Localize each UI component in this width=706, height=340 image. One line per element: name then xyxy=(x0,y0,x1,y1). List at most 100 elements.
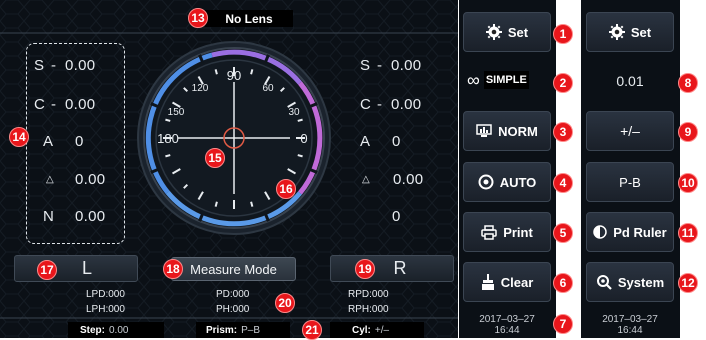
gear-icon xyxy=(608,24,625,40)
dial-tick xyxy=(250,69,254,75)
right-row-prism-value: 0.00 xyxy=(393,171,424,188)
right-lens-button-label: R xyxy=(393,258,407,278)
dial-label-90: 90 xyxy=(227,68,241,83)
footer-prism-value: P–B xyxy=(241,324,261,336)
printer-icon xyxy=(481,224,497,240)
left-row-c-label: C xyxy=(34,96,46,113)
lph-value: LPH:000 xyxy=(86,304,125,315)
pd-value: PD:000 xyxy=(216,289,250,300)
dial-tick xyxy=(165,118,171,122)
mode-simple-label: SIMPLE xyxy=(483,71,529,89)
dial-label-180: 180 xyxy=(157,131,179,146)
rpd-value: RPD:000 xyxy=(348,289,389,300)
callout-3: 3 xyxy=(553,122,573,142)
prism-mode-button[interactable]: P-B xyxy=(586,162,674,202)
clear-button[interactable]: Clear xyxy=(463,262,551,302)
set-button-label: Set xyxy=(507,24,529,40)
system-button[interactable]: System xyxy=(586,262,674,302)
right-lens-button[interactable]: R xyxy=(330,255,454,282)
dial-tick xyxy=(297,118,303,122)
right-row-s-label: S xyxy=(360,57,371,74)
dial-tick xyxy=(214,69,218,75)
step-value-text: 0.01 xyxy=(616,73,644,89)
callout-5: 5 xyxy=(553,223,573,243)
system-settings-icon xyxy=(596,275,612,290)
right-row-c-value: 0.00 xyxy=(391,96,422,113)
left-lens-button[interactable]: L xyxy=(14,255,138,282)
date-primary: 2017–03–27 xyxy=(479,314,535,325)
right-row-n-value: 0 xyxy=(392,208,401,225)
footer-step: Step: 0.00 xyxy=(68,322,164,338)
right-row-s-sep: - xyxy=(377,57,383,74)
prism-mode-button-label: P-B xyxy=(619,174,641,190)
auto-icon xyxy=(478,174,494,190)
callout-12: 12 xyxy=(678,273,698,293)
callout-4: 4 xyxy=(553,173,573,193)
callout-20: 20 xyxy=(275,293,295,313)
set-button-secondary-label: Set xyxy=(630,24,652,40)
set-button[interactable]: Set xyxy=(463,12,551,52)
ph-value: PH:000 xyxy=(216,304,250,315)
lpd-value: LPD:000 xyxy=(86,289,125,300)
set-button-secondary[interactable]: Set xyxy=(586,12,674,52)
right-row-prism-label: △ xyxy=(362,174,370,185)
right-row-a-label: A xyxy=(360,133,371,150)
left-row-a-label: A xyxy=(43,133,54,150)
footer-cyl-value: +/– xyxy=(374,324,390,336)
cyl-sign-button[interactable]: +/– xyxy=(586,111,674,151)
left-row-prism-label: △ xyxy=(46,174,54,185)
auto-button[interactable]: AUTO xyxy=(463,162,551,202)
step-value-display[interactable]: 0.01 xyxy=(586,66,674,96)
dial-label-150: 150 xyxy=(168,107,185,118)
right-row-s-value: 0.00 xyxy=(391,57,422,74)
dial-label-60: 60 xyxy=(262,83,274,94)
callout-19: 19 xyxy=(355,259,375,279)
callout-11: 11 xyxy=(678,223,698,243)
datetime-primary: 2017–03–27 16:44 xyxy=(463,314,551,336)
right-row-c-label: C xyxy=(360,96,372,113)
callout-7: 7 xyxy=(553,314,573,334)
dial-label-0: 0 xyxy=(300,131,307,146)
callout-17: 17 xyxy=(37,260,57,280)
gear-icon xyxy=(485,24,502,40)
pd-ruler-button-label: Pd Ruler xyxy=(613,224,667,240)
callout-10: 10 xyxy=(678,173,698,193)
right-row-a-value: 0 xyxy=(392,133,401,150)
pd-ruler-button[interactable]: Pd Ruler xyxy=(586,212,674,252)
left-row-n-value: 0.00 xyxy=(75,208,106,225)
side-panel-secondary: Set 0.01 +/– P-B Pd Ruler System 2017–03… xyxy=(581,0,680,338)
lens-dial: 90 120 60 150 30 180 0 xyxy=(137,41,331,235)
left-row-s-value: 0.00 xyxy=(65,57,96,74)
norm-button[interactable]: NORM xyxy=(463,111,551,151)
date-secondary: 2017–03–27 xyxy=(602,314,658,325)
clear-button-label: Clear xyxy=(500,274,534,290)
dial-tick xyxy=(165,154,171,158)
lens-status-text: No Lens xyxy=(225,11,273,26)
left-row-prism-value: 0.00 xyxy=(75,171,106,188)
left-row-n-label: N xyxy=(43,208,55,225)
dial-tick xyxy=(297,154,303,158)
callout-18: 18 xyxy=(163,259,183,279)
left-row-s-label: S xyxy=(34,57,45,74)
footer-step-label: Step: xyxy=(80,324,105,336)
measure-mode-button[interactable]: Measure Mode xyxy=(171,257,296,281)
lens-status-bar: No Lens xyxy=(205,10,293,27)
print-button[interactable]: Print xyxy=(463,212,551,252)
callout-9: 9 xyxy=(678,122,698,142)
callout-15: 15 xyxy=(205,148,225,168)
callout-21: 21 xyxy=(302,320,322,340)
measurement-screen: No Lens S -0.00 C -0.00 A0 △ 0.00 N 0.00 S-0… xyxy=(0,0,458,338)
norm-button-label: NORM xyxy=(498,123,538,139)
left-row-a-value: 0 xyxy=(75,133,84,150)
footer-step-value: 0.00 xyxy=(109,324,129,336)
monitor-icon xyxy=(476,124,492,137)
system-button-label: System xyxy=(617,274,665,290)
time-secondary: 16:44 xyxy=(617,325,643,336)
datetime-secondary: 2017–03–27 16:44 xyxy=(586,314,674,336)
cyl-sign-button-label: +/– xyxy=(620,123,640,139)
left-lens-button-label: L xyxy=(81,258,92,278)
mode-simple-toggle[interactable]: ∞ SIMPLE xyxy=(467,68,551,92)
callout-13: 13 xyxy=(188,8,208,28)
footer-prism: Prism: P–B xyxy=(196,322,290,338)
rph-value: RPH:000 xyxy=(348,304,389,315)
